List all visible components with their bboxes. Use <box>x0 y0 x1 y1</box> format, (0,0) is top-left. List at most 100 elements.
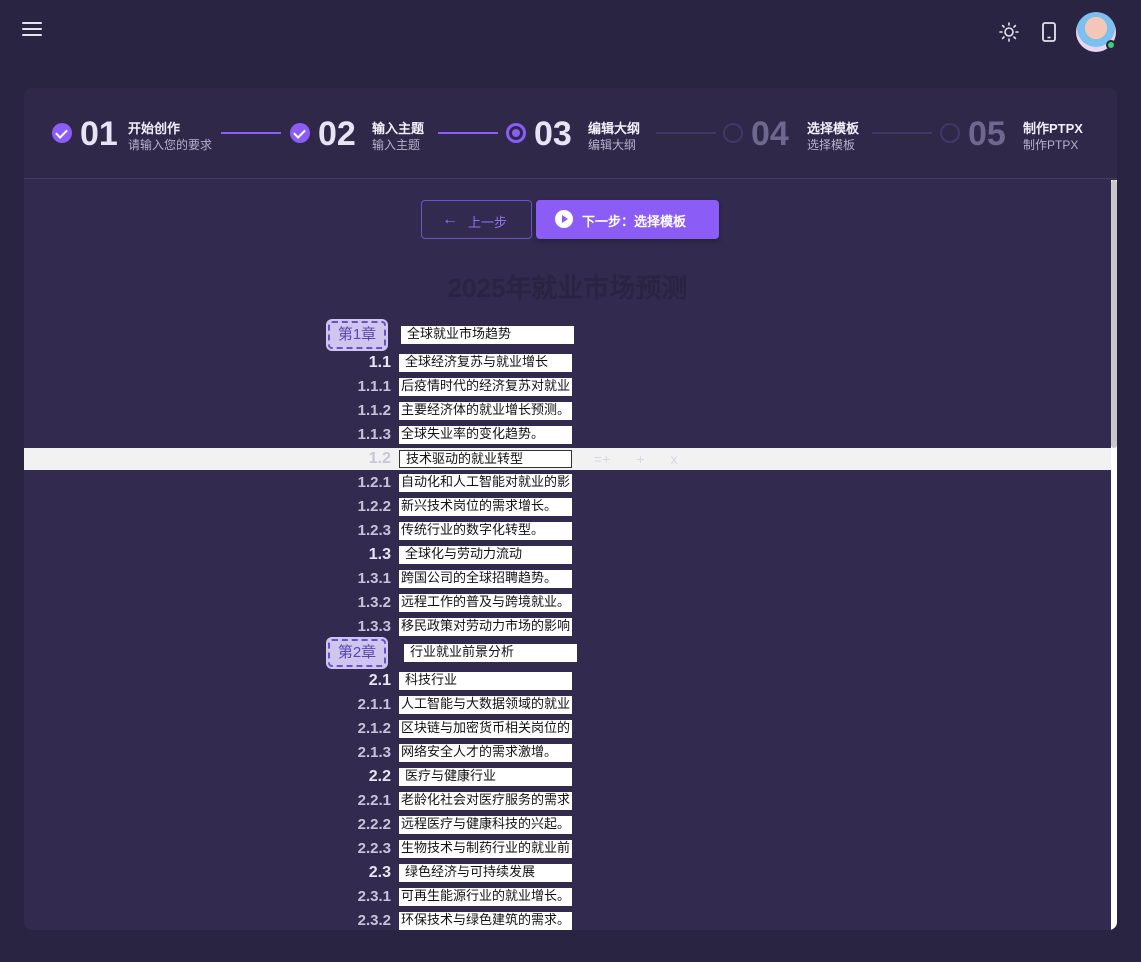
outline-section-row: 2.1 科技行业 <box>24 670 1111 692</box>
delete-item-button[interactable]: x <box>671 451 678 467</box>
outline-number: 2.2.2 <box>357 816 391 833</box>
outline-section-row: 1.2 技术驱动的就业转型 =+ + x <box>24 448 1111 470</box>
pending-step-icon <box>723 123 743 143</box>
outline-editor: ← 上一步 下一步：选择模板 2025年就业市场预测 第1章 全球就业市场趋势 1.… <box>24 180 1117 930</box>
outline-text-input[interactable]: 行业就业前景分析 <box>404 644 577 662</box>
step-subtitle: 制作PTPX <box>1023 138 1079 152</box>
outline-number: 1.2.3 <box>357 522 391 539</box>
outline-item-row: 1.2.2 新兴技术岗位的需求增长。 <box>24 496 1111 518</box>
outline-item-row: 1.2.3 传统行业的数字化转型。 <box>24 520 1111 542</box>
add-item-button[interactable]: + <box>636 451 644 467</box>
outline-text-input[interactable]: 新兴技术岗位的需求增长。 <box>399 498 572 516</box>
step-title: 编辑大纲 <box>588 121 641 136</box>
outline-text-input[interactable]: 全球经济复苏与就业增长 <box>399 354 572 372</box>
outline-item-row: 2.2.1 老龄化社会对医疗服务的需求 <box>24 790 1111 812</box>
step-number: 01 <box>80 115 118 153</box>
outline-number: 1.1.2 <box>357 402 391 419</box>
prev-step-button[interactable]: ← 上一步 <box>421 200 532 239</box>
outline-number: 2.3.1 <box>357 888 391 905</box>
step-connector <box>656 132 716 134</box>
top-bar <box>0 0 1141 64</box>
outline-number: 1.3.1 <box>357 570 391 587</box>
outline-text-input[interactable]: 主要经济体的就业增长预测。 <box>399 402 572 420</box>
outline-number: 2.1.3 <box>357 744 391 761</box>
add-subitem-button[interactable]: =+ <box>594 451 610 467</box>
outline-number: 1.1 <box>368 354 391 371</box>
step-number: 03 <box>534 115 572 153</box>
outline-number: 2.2.1 <box>357 792 391 809</box>
step-subtitle: 请输入您的要求 <box>128 138 213 152</box>
outline-text-input[interactable]: 生物技术与制药行业的就业前 <box>399 840 572 858</box>
outline-section-row: 2.2 医疗与健康行业 <box>24 766 1111 788</box>
outline-number: 2.1.1 <box>357 696 391 713</box>
step-subtitle: 输入主题 <box>372 138 421 152</box>
sun-icon[interactable] <box>998 21 1020 43</box>
outline-text-input[interactable]: 远程工作的普及与跨境就业。 <box>399 594 572 612</box>
outline-number: 1.2.2 <box>357 498 391 515</box>
pending-step-icon <box>940 123 960 143</box>
outline-item-row: 1.1.2 主要经济体的就业增长预测。 <box>24 400 1111 422</box>
outline-text-input[interactable]: 全球就业市场趋势 <box>401 326 574 344</box>
hamburger-menu-icon[interactable] <box>22 22 44 42</box>
check-circle-icon <box>52 123 72 143</box>
outline-chapter-row: 第2章 行业就业前景分析 <box>24 639 1111 667</box>
outline-text-input[interactable]: 全球化与劳动力流动 <box>399 546 572 564</box>
outline-number: 2.1 <box>368 672 391 689</box>
outline-text-input[interactable]: 绿色经济与可持续发展 <box>399 864 572 882</box>
outline-item-row: 1.3.2 远程工作的普及与跨境就业。 <box>24 592 1111 614</box>
step-number: 04 <box>751 115 789 153</box>
outline-section-row: 2.3 绿色经济与可持续发展 <box>24 862 1111 884</box>
outline-number: 2.3.2 <box>357 912 391 929</box>
step-title: 制作PTPX <box>1023 121 1083 136</box>
step-subtitle: 编辑大纲 <box>588 138 637 152</box>
outline-text-input[interactable]: 老龄化社会对医疗服务的需求 <box>399 792 572 810</box>
outline-text-input[interactable]: 全球失业率的变化趋势。 <box>399 426 572 444</box>
outline-text-input[interactable]: 跨国公司的全球招聘趋势。 <box>399 570 572 588</box>
scrollbar[interactable] <box>1111 180 1117 930</box>
outline-item-row: 1.3.3 移民政策对劳动力市场的影响 <box>24 616 1111 638</box>
step-title: 输入主题 <box>372 121 425 136</box>
outline-number: 1.3 <box>368 546 391 563</box>
outline-title: 2025年就业市场预测 <box>447 273 688 303</box>
step-subtitle: 选择模板 <box>807 138 856 152</box>
outline-item-row: 2.1.3 网络安全人才的需求激增。 <box>24 742 1111 764</box>
outline-section-row: 1.1 全球经济复苏与就业增长 <box>24 352 1111 374</box>
chapter-badge[interactable]: 第1章 <box>328 321 386 349</box>
outline-item-row: 2.2.3 生物技术与制药行业的就业前 <box>24 838 1111 860</box>
outline-text-input[interactable]: 网络安全人才的需求激增。 <box>399 744 572 762</box>
outline-text-input[interactable]: 技术驱动的就业转型 <box>399 450 572 468</box>
online-status-dot <box>1106 40 1116 50</box>
scrollbar-thumb[interactable] <box>1111 180 1117 448</box>
outline-text-input[interactable]: 远程医疗与健康科技的兴起。 <box>399 816 572 834</box>
step-number: 02 <box>318 115 356 153</box>
next-step-button[interactable]: 下一步：选择模板 <box>536 200 719 239</box>
outline-number: 2.3 <box>368 864 391 881</box>
outline-text-input[interactable]: 科技行业 <box>399 672 572 690</box>
outline-item-row: 2.1.2 区块链与加密货币相关岗位的 <box>24 718 1111 740</box>
outline-item-row: 2.2.2 远程医疗与健康科技的兴起。 <box>24 814 1111 836</box>
arrow-left-icon: ← <box>442 211 458 228</box>
outline-text-input[interactable]: 传统行业的数字化转型。 <box>399 522 572 540</box>
phone-icon[interactable] <box>1040 21 1058 43</box>
outline-number: 1.2 <box>368 450 391 467</box>
outline-item-row: 2.1.1 人工智能与大数据领域的就业 <box>24 694 1111 716</box>
stepper: 01 开始创作 请输入您的要求 02 输入主题 输入主题 03 编辑大纲 编辑大… <box>24 88 1117 179</box>
outline-item-row: 1.1.3 全球失业率的变化趋势。 <box>24 424 1111 446</box>
outline-item-row: 1.1.1 后疫情时代的经济复苏对就业 <box>24 376 1111 398</box>
prev-step-label: 上一步 <box>468 215 508 230</box>
row-tools: =+ + x <box>594 451 704 467</box>
outline-text-input[interactable]: 自动化和人工智能对就业的影 <box>399 474 572 492</box>
chapter-badge[interactable]: 第2章 <box>328 639 386 667</box>
outline-text-input[interactable]: 可再生能源行业的就业增长。 <box>399 888 572 906</box>
step-connector <box>438 132 498 134</box>
check-circle-icon <box>290 123 310 143</box>
outline-section-row: 1.3 全球化与劳动力流动 <box>24 544 1111 566</box>
outline-text-input[interactable]: 后疫情时代的经济复苏对就业 <box>399 378 572 396</box>
outline-item-row: 2.3.1 可再生能源行业的就业增长。 <box>24 886 1111 908</box>
outline-text-input[interactable]: 环保技术与绿色建筑的需求。 <box>399 912 572 930</box>
outline-text-input[interactable]: 移民政策对劳动力市场的影响 <box>399 618 572 636</box>
outline-text-input[interactable]: 人工智能与大数据领域的就业 <box>399 696 572 714</box>
outline-text-input[interactable]: 医疗与健康行业 <box>399 768 572 786</box>
main-card: 01 开始创作 请输入您的要求 02 输入主题 输入主题 03 编辑大纲 编辑大… <box>24 88 1117 930</box>
outline-text-input[interactable]: 区块链与加密货币相关岗位的 <box>399 720 572 738</box>
